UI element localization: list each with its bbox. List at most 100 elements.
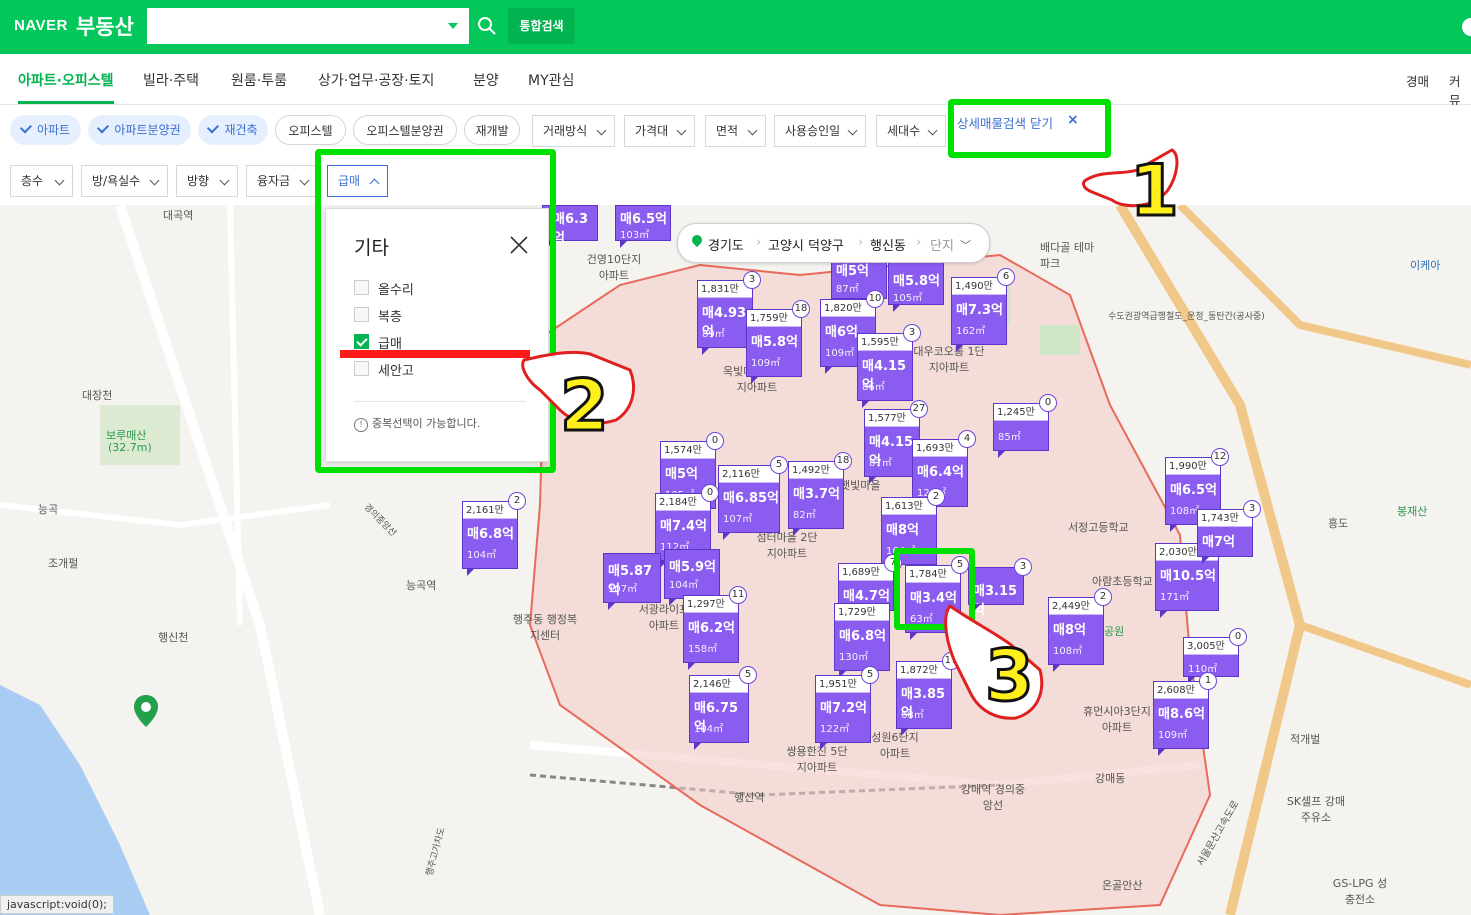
listing-marker[interactable]: 매5.9억 104㎡	[664, 549, 720, 606]
search-icon	[478, 17, 496, 35]
avatar[interactable]	[1462, 18, 1471, 36]
listing-marker[interactable]: 1,490만 매7.3억 162㎡ 6	[951, 268, 1015, 352]
filter-row-secondary: 층수 방/욕실수 방향 융자금 급매	[0, 155, 1471, 206]
tab-my-interest[interactable]: MY관심	[528, 70, 574, 90]
listing-marker[interactable]: 1,492만 매3.7억 82㎡ 18	[788, 452, 852, 536]
listing-marker[interactable]: 1,729만 매6.8억 130㎡	[834, 603, 890, 678]
marker-price: 매6.5억	[620, 212, 667, 227]
place-label: 대장천	[82, 389, 113, 402]
chevron-down-icon	[747, 125, 758, 136]
listing-marker[interactable]: 1,595만 매4.15억 86㎡ 3	[857, 324, 921, 408]
dropdown-floor[interactable]: 층수	[10, 165, 73, 197]
listing-marker[interactable]: 2,146만 매6.75억 104㎡ 5	[689, 666, 757, 750]
breadcrumb-province[interactable]: 경기도	[708, 235, 744, 254]
dropdown-label: 방/욕실수	[92, 174, 141, 188]
marker-count: 3	[903, 324, 921, 342]
breadcrumb-dong[interactable]: 행신동	[870, 235, 906, 254]
listing-marker[interactable]: 1,245만 85㎡ 0	[993, 394, 1057, 458]
breadcrumb-separator-icon: ›	[916, 235, 922, 250]
listing-marker[interactable]: 3,005만 110㎡ 0	[1183, 628, 1247, 684]
marker-count: 3	[1014, 558, 1032, 576]
auction-link[interactable]: 경매	[1406, 71, 1429, 90]
chevron-down-icon	[219, 175, 230, 186]
integrated-search-button[interactable]: 통합검색	[508, 8, 575, 44]
marker-area: 107㎡	[608, 584, 638, 595]
dropdown-label: 방향	[187, 174, 210, 188]
location-breadcrumb[interactable]: 경기도 › 고양시 덕양구 › 행신동 › 단지 ﹀	[677, 223, 990, 263]
marker-price: 매8.6억	[1158, 707, 1205, 722]
tab-commercial[interactable]: 상가·업무·공장·토지	[318, 70, 434, 90]
listing-marker[interactable]: 1,297만 매6.2억 158㎡ 11	[683, 586, 747, 670]
listing-marker[interactable]: 1,759만 매5.8억 109㎡ 18	[746, 300, 810, 384]
map-view[interactable]: 대곡역 대장천 보루매산 (32.7m) 능곡 조개펄 능곡역 행주동 행정복지…	[0, 205, 1471, 915]
search-dropdown-icon[interactable]	[448, 23, 458, 29]
dropdown-price[interactable]: 가격대	[624, 115, 695, 147]
dropdown-households[interactable]: 세대수	[876, 115, 946, 147]
breadcrumb-city[interactable]: 고양시 덕양구	[768, 235, 844, 254]
chevron-down-icon[interactable]: ﹀	[960, 237, 971, 253]
marker-count: 27	[910, 400, 928, 418]
service-logo[interactable]: 부동산	[76, 11, 134, 41]
active-tab-underline	[18, 101, 114, 104]
marker-price: 매6.4억	[917, 465, 964, 480]
listing-marker[interactable]: 2,161만 매6.8억 104㎡ 2	[462, 492, 526, 576]
dropdown-approval-date[interactable]: 사용승인일	[774, 115, 866, 147]
chip-officetel-presale-right[interactable]: 오피스텔분양권	[353, 115, 457, 145]
listing-marker[interactable]: 1,831만 매4.93억 89㎡ 3	[697, 271, 761, 355]
marker-price: 매5.8억	[751, 335, 798, 350]
tab-oneroom-tworoom[interactable]: 원룸·투룸	[231, 70, 287, 90]
place-label: 아람초등학교	[1092, 575, 1153, 588]
place-label: 쌍용한진 5단지아파트	[786, 745, 848, 774]
chip-apartment-presale-right[interactable]: 아파트분양권	[88, 115, 191, 145]
listing-marker[interactable]: 1,951만 매7.2억 122㎡ 5	[815, 666, 879, 750]
place-label: 강매역 경의중앙선	[960, 783, 1026, 812]
marker-price: 매6.2억	[688, 621, 735, 636]
marker-area: 104㎡	[669, 580, 699, 591]
place-label: GS-LPG 성충전소	[1332, 877, 1388, 906]
place-label: 조개펄	[48, 557, 79, 570]
search-input[interactable]	[147, 8, 468, 44]
chip-officetel[interactable]: 오피스텔	[275, 115, 346, 145]
marker-count: 2	[1094, 588, 1112, 606]
place-label: 봉재산	[1397, 505, 1428, 518]
marker-area: 107㎡	[723, 514, 753, 525]
naver-logo[interactable]: NAVER	[14, 17, 68, 34]
listing-marker[interactable]: 2,116만 매6.85억 107㎡ 5	[718, 456, 788, 540]
breadcrumb-complex[interactable]: 단지	[930, 235, 954, 254]
place-label: 건영10단지 아파트	[586, 253, 642, 282]
marker-area: 104㎡	[467, 550, 497, 561]
map-pin-icon[interactable]	[134, 695, 158, 727]
dropdown-direction[interactable]: 방향	[176, 165, 238, 197]
marker-price: 매8억	[886, 523, 919, 538]
search-button[interactable]	[468, 8, 504, 44]
tab-villa-house[interactable]: 빌라·주택	[143, 70, 199, 90]
tab-presale[interactable]: 분양	[473, 70, 499, 90]
place-label: SK셀프 강매주유소	[1286, 795, 1346, 824]
chip-label: 아파트	[36, 123, 71, 137]
dropdown-rooms[interactable]: 방/욕실수	[81, 165, 168, 197]
location-pin-icon	[689, 232, 705, 248]
dropdown-loan[interactable]: 융자금	[246, 165, 318, 197]
tab-apartment-officetel[interactable]: 아파트·오피스텔	[18, 70, 113, 90]
marker-count: 4	[958, 430, 976, 448]
dropdown-area[interactable]: 면적	[705, 115, 766, 147]
marker-area: 109㎡	[825, 348, 855, 359]
chip-reconstruction[interactable]: 재건축	[198, 115, 268, 145]
chip-redevelopment[interactable]: 재개발	[464, 115, 520, 145]
marker-count: 11	[729, 586, 747, 604]
place-label: 배다골 테마파크	[1040, 241, 1095, 270]
listing-marker[interactable]: 2,449만 매8억 108㎡ 2	[1048, 588, 1112, 672]
chip-apartment[interactable]: 아파트	[10, 115, 81, 145]
place-label: 공원	[1104, 625, 1125, 638]
dropdown-trade-type[interactable]: 거래방식	[532, 115, 615, 147]
listing-marker[interactable]: 1,743만 매7억 3	[1197, 500, 1261, 564]
place-label: 대우코오롱 1단지아파트	[913, 345, 985, 374]
dropdown-label: 사용승인일	[785, 124, 841, 138]
check-icon	[19, 121, 32, 134]
listing-marker[interactable]: 2,608만 매8.6억 109㎡ 1	[1153, 672, 1217, 756]
listing-marker[interactable]: 매5.87억 107㎡	[603, 553, 661, 610]
marker-price: 매6.8억	[467, 527, 514, 542]
check-icon	[207, 121, 220, 134]
listing-marker[interactable]: 매6.5억 103㎡	[615, 205, 671, 248]
community-link[interactable]: 커뮤	[1449, 71, 1471, 109]
